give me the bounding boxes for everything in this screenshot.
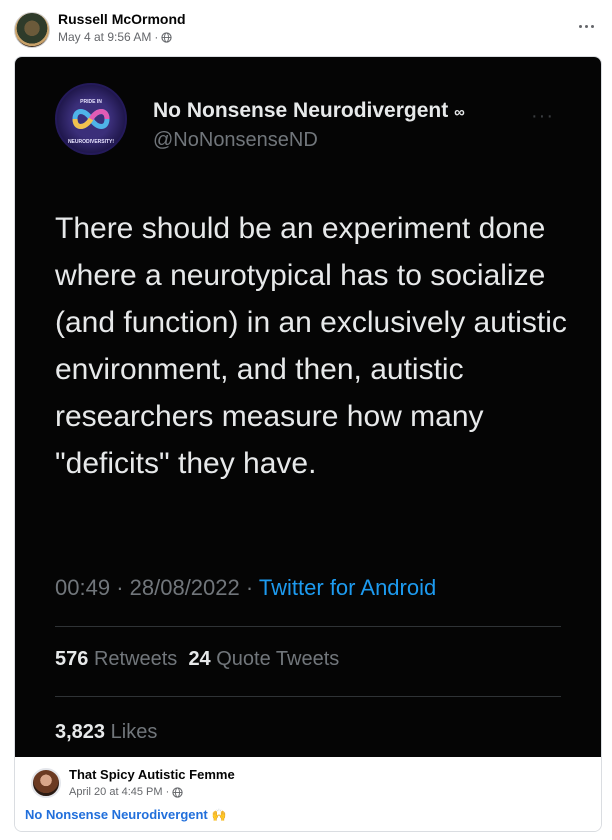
post-timestamp[interactable]: May 4 at 9:56 AM xyxy=(58,30,151,44)
quote-count: 24 xyxy=(188,648,211,670)
original-post-meta: April 20 at 4:45 PM · xyxy=(69,786,183,798)
tweet-display-name-text: No Nonsense Neurodivergent xyxy=(153,99,449,122)
post-meta: May 4 at 9:56 AM · xyxy=(58,30,173,44)
more-options-icon[interactable] xyxy=(574,16,598,36)
meta-separator: · xyxy=(154,30,159,44)
author-name[interactable]: Russell McOrmond xyxy=(58,11,186,27)
tweet-screenshot-image[interactable]: PRIDE IN NEURODIVERSITY! No Nonsense Neu… xyxy=(15,57,601,757)
original-author-name[interactable]: That Spicy Autistic Femme xyxy=(69,767,235,782)
tweet-client: Twitter for Android xyxy=(258,575,437,600)
likes-count: 3,823 xyxy=(55,721,106,743)
tweet-divider-bottom xyxy=(55,696,561,697)
tweet-footer: 00:49 · 28/08/2022 · Twitter for Android xyxy=(55,575,436,601)
tweet-likes: 3,823 Likes xyxy=(55,721,157,744)
original-author-avatar[interactable] xyxy=(31,768,61,798)
likes-label: Likes xyxy=(110,721,158,743)
page-mention-link[interactable]: No Nonsense Neurodivergent 🙌 xyxy=(25,807,227,822)
tweet-avatar-text-top: PRIDE IN xyxy=(80,99,102,105)
tweet-more-icon: ··· xyxy=(531,105,554,127)
tweet-name-suffix: ∞ xyxy=(454,104,465,121)
post-header: Russell McOrmond May 4 at 9:56 AM · xyxy=(0,0,612,56)
globe-icon xyxy=(161,31,173,43)
tweet-avatar: PRIDE IN NEURODIVERSITY! xyxy=(55,83,127,155)
tweet-stats: 576 Retweets 24 Quote Tweets xyxy=(55,648,339,671)
raising-hands-icon: 🙌 xyxy=(211,808,227,822)
tweet-divider-top xyxy=(55,626,561,627)
original-meta-separator: · xyxy=(165,786,170,798)
original-timestamp[interactable]: April 20 at 4:45 PM xyxy=(69,786,163,798)
tweet-time: 00:49 xyxy=(55,575,111,600)
shared-post-card[interactable]: PRIDE IN NEURODIVERSITY! No Nonsense Neu… xyxy=(14,56,602,832)
author-avatar[interactable] xyxy=(14,12,50,48)
tweet-dot-2: · xyxy=(245,575,254,600)
tweet-date: 28/08/2022 xyxy=(129,575,240,600)
tweet-text: There should be an experiment done where… xyxy=(55,212,567,480)
tweet-display-name: No Nonsense Neurodivergent ∞ xyxy=(153,99,465,123)
tweet-handle: @NoNonsenseND xyxy=(153,129,318,151)
tweet-avatar-text-bottom: NEURODIVERSITY! xyxy=(67,139,115,145)
globe-icon xyxy=(172,786,183,798)
retweets-count: 576 xyxy=(55,648,89,670)
original-post-header: That Spicy Autistic Femme April 20 at 4:… xyxy=(15,757,601,831)
infinity-icon xyxy=(72,109,110,129)
retweets-label: Retweets xyxy=(93,648,178,670)
tweet-dot-1: · xyxy=(116,575,124,600)
page-mention-text[interactable]: No Nonsense Neurodivergent xyxy=(25,807,208,822)
quote-label: Quote Tweets xyxy=(216,648,340,670)
